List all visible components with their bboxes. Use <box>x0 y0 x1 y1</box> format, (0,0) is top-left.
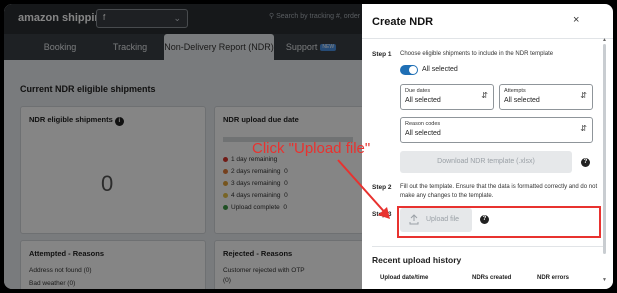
step-1-label: Step 1 <box>372 51 392 58</box>
divider <box>372 246 603 247</box>
toggle-label: All selected <box>422 66 458 73</box>
scroll-up-icon[interactable]: ▲ <box>602 37 607 43</box>
all-selected-toggle[interactable] <box>400 65 418 75</box>
history-col-date: Upload date/time <box>380 275 429 281</box>
history-title: Recent upload history <box>372 255 462 265</box>
download-template-button[interactable]: Download NDR template (.xlsx) <box>400 151 572 173</box>
sort-chevron-icon: ⇵ <box>481 91 488 100</box>
arrow-icon <box>337 159 390 219</box>
toggle-knob <box>409 66 417 74</box>
divider <box>362 38 613 39</box>
field-label: Attempts <box>504 88 526 94</box>
sort-chevron-icon: ⇵ <box>580 124 587 133</box>
field-label: Due dates <box>405 88 431 94</box>
sort-chevron-icon: ⇵ <box>580 91 587 100</box>
scrollbar[interactable] <box>603 44 606 254</box>
close-icon[interactable]: × <box>573 14 579 26</box>
annotation-callout: Click "Upload file" <box>252 140 371 157</box>
create-ndr-panel: Create NDR × Step 1 Choose eligible ship… <box>362 4 613 289</box>
help-icon[interactable]: ? <box>581 158 590 167</box>
due-dates-select[interactable]: Due dates All selected ⇵ <box>400 84 494 110</box>
field-value: All selected <box>405 97 441 104</box>
panel-title: Create NDR <box>372 16 434 28</box>
reason-codes-select[interactable]: Reason codes All selected ⇵ <box>400 117 593 143</box>
step-1-text: Choose eligible shipments to include in … <box>400 51 554 57</box>
highlight-box <box>397 206 601 238</box>
step-2-text: Fill out the template. Ensure that the d… <box>400 184 598 199</box>
attempts-select[interactable]: Attempts All selected ⇵ <box>499 84 593 110</box>
history-col-created: NDRs created <box>472 275 512 281</box>
history-col-errors: NDR errors <box>537 275 570 281</box>
field-label: Reason codes <box>405 121 441 127</box>
field-value: All selected <box>504 97 540 104</box>
field-value: All selected <box>405 130 441 137</box>
app-window: amazon shipping f ⌄ ⚲ Search by tracking… <box>4 4 613 289</box>
scroll-down-icon[interactable]: ▼ <box>602 277 607 283</box>
